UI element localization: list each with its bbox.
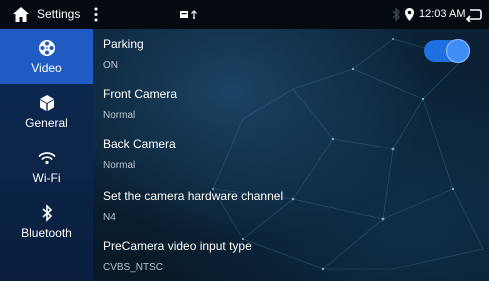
status-bar: Settings 12:03 AM [0, 0, 489, 29]
sidebar-item-general[interactable]: General [0, 84, 93, 139]
notification-icons [180, 10, 197, 19]
setting-row-front-camera[interactable]: Front Camera Normal [103, 87, 403, 121]
bluetooth-status-icon [392, 7, 400, 22]
clock: 12:03 AM [419, 8, 466, 20]
sidebar-item-bluetooth[interactable]: Bluetooth [0, 194, 93, 249]
sidebar-item-label: Wi-Fi [32, 170, 61, 185]
bluetooth-icon [41, 203, 52, 222]
setting-value: ON [103, 60, 118, 71]
setting-row-precamera-input[interactable]: PreCamera video input type CVBS_NTSC [103, 239, 403, 273]
setting-value: Normal [103, 110, 136, 121]
settings-panel: Parking ON Front Camera Normal Back Came… [93, 29, 489, 281]
setting-label: Parking [103, 37, 144, 51]
home-icon[interactable] [12, 6, 30, 23]
sidebar-item-wifi[interactable]: Wi-Fi [0, 139, 93, 194]
setting-row-back-camera[interactable]: Back Camera Normal [103, 137, 403, 171]
wifi-icon [38, 151, 55, 164]
toggle-knob [446, 39, 470, 63]
sidebar-item-label: Bluetooth [21, 225, 72, 240]
cube-icon [39, 94, 54, 111]
setting-value: CVBS_NTSC [103, 262, 164, 273]
film-reel-icon [38, 39, 55, 56]
parking-toggle[interactable] [424, 39, 470, 63]
sidebar-item-label: General [25, 115, 68, 130]
location-icon [405, 8, 414, 21]
more-vertical-icon[interactable] [93, 7, 99, 22]
setting-label: Back Camera [103, 137, 176, 151]
setting-label: Set the camera hardware channel [103, 189, 284, 203]
setting-row-camera-channel[interactable]: Set the camera hardware channel N4 [103, 189, 403, 223]
back-icon[interactable] [465, 7, 482, 22]
settings-screen: Settings 12:03 AM Video General Wi-Fi Bl… [0, 0, 489, 281]
setting-row-parking[interactable]: Parking ON [103, 37, 403, 71]
page-title: Settings [37, 7, 81, 21]
setting-label: PreCamera video input type [103, 239, 252, 253]
sidebar: Video General Wi-Fi Bluetooth [0, 29, 94, 281]
setting-value: N4 [103, 212, 116, 223]
setting-value: Normal [103, 160, 136, 171]
sidebar-item-label: Video [31, 60, 62, 75]
sidebar-item-video[interactable]: Video [0, 29, 93, 84]
setting-label: Front Camera [103, 87, 178, 101]
